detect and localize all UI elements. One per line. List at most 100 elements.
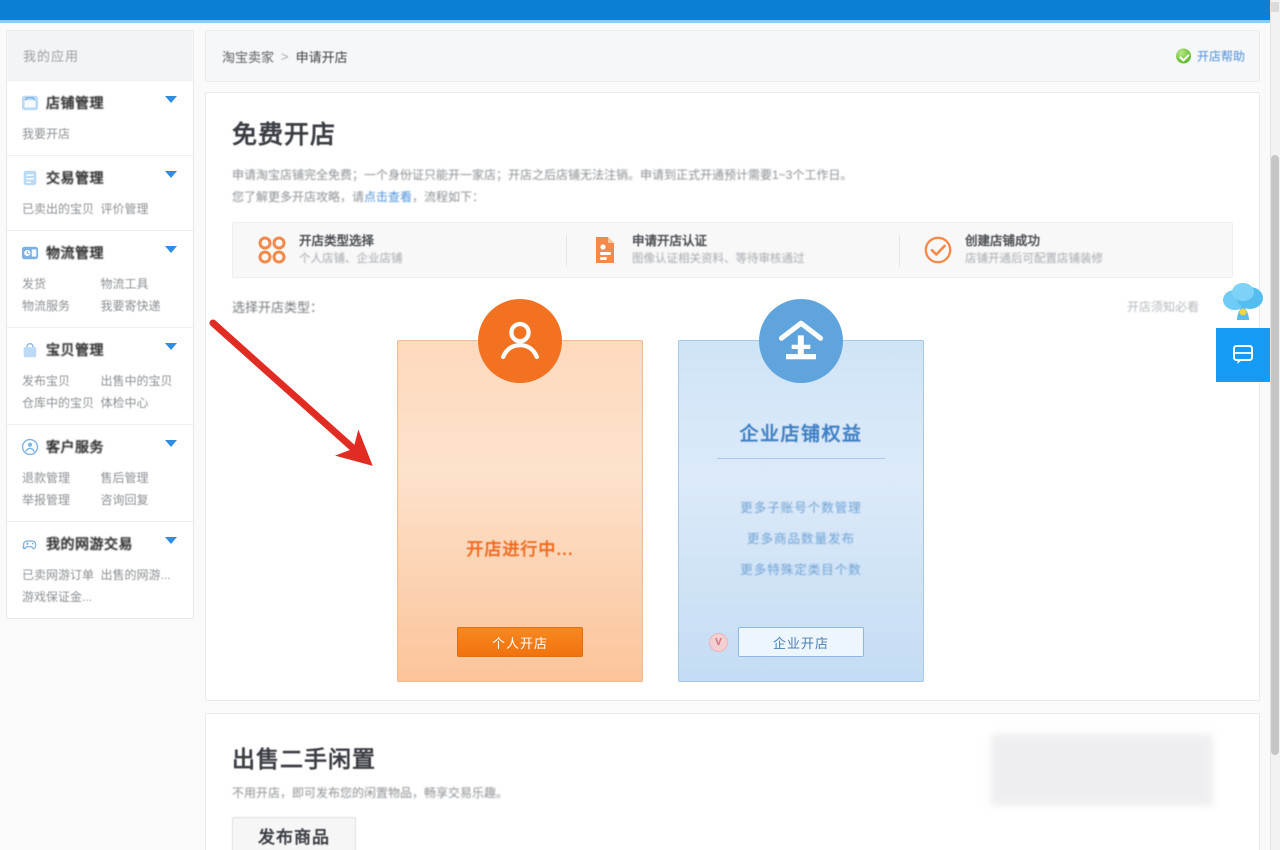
- sidebar-link[interactable]: 物流服务: [22, 295, 101, 317]
- guide-link[interactable]: 点击查看: [364, 190, 412, 204]
- benefit-item: 更多子账号个数管理: [740, 501, 862, 515]
- sidebar-link[interactable]: 体检中心: [101, 392, 180, 414]
- sidebar-link[interactable]: 我要开店: [22, 123, 179, 145]
- vertical-scrollbar[interactable]: [1270, 0, 1280, 850]
- choose-type-label: 选择开店类型：: [232, 300, 324, 315]
- person-glyph: [501, 321, 539, 360]
- sidebar-group-header[interactable]: 交易管理: [21, 168, 179, 188]
- step-title: 创建店铺成功: [965, 233, 1041, 248]
- sidebar-link[interactable]: 退款管理: [22, 467, 101, 489]
- floating-service-widget[interactable]: [1216, 278, 1270, 388]
- enterprise-icon: [759, 299, 843, 383]
- sidebar-group-header[interactable]: 客户服务: [21, 437, 179, 457]
- personal-open-shop-button[interactable]: 个人开店: [457, 627, 583, 657]
- intro-line-2-prefix: 您了解更多开店攻略，请: [232, 190, 365, 204]
- check-circle-icon: [924, 236, 952, 264]
- cloud-tree-icon: [1223, 283, 1263, 320]
- chevron-down-icon[interactable]: [165, 246, 177, 253]
- sidebar-group-treasure: 宝贝管理 发布宝贝 出售中的宝贝 仓库中的宝贝 体检中心: [7, 328, 193, 425]
- sidebar-link[interactable]: 出售中的宝贝: [101, 370, 180, 392]
- sidebar-link[interactable]: 举报管理: [22, 489, 101, 511]
- sidebar-group-logistics: 物流管理 发货 物流工具 物流服务 我要寄快递: [7, 231, 193, 328]
- personal-shop-status: 开店进行中...: [466, 540, 574, 559]
- sidebar-link[interactable]: 发布宝贝: [22, 370, 101, 392]
- personal-shop-card[interactable]: 开店进行中... 个人开店: [397, 299, 643, 682]
- breadcrumb-root[interactable]: 淘宝卖家: [222, 47, 274, 66]
- sidebar-group-title: 我的网游交易: [46, 536, 133, 552]
- sidebar-link[interactable]: 游戏保证金...: [22, 586, 179, 608]
- step-1: 开店类型选择 个人店铺、企业店铺: [233, 223, 566, 277]
- sidebar-group-links: 已卖网游订单 出售的网游... 游戏保证金...: [22, 564, 179, 608]
- sidebar-group-header[interactable]: 宝贝管理: [21, 340, 179, 360]
- enterprise-open-shop-button[interactable]: 企业开店: [738, 627, 864, 657]
- logistics-icon: [21, 246, 39, 260]
- top-blue-bar: [0, 0, 1270, 20]
- breadcrumb: 淘宝卖家 > 申请开店 开店帮助: [205, 30, 1260, 82]
- service-icon: [21, 438, 39, 456]
- scrollbar-thumb[interactable]: [1271, 155, 1279, 755]
- sidebar-group-title: 物流管理: [46, 245, 104, 261]
- step-3: 创建店铺成功 店铺开通后可配置店铺装修: [899, 223, 1232, 277]
- open-shop-notice-label: 开店须知必看: [1126, 300, 1199, 314]
- sidebar-group-links: 退款管理 售后管理 举报管理 咨询回复: [22, 467, 179, 511]
- breadcrumb-current: 申请开店: [295, 49, 348, 65]
- sidebar-link[interactable]: 发货: [22, 273, 101, 295]
- benefit-item: 更多商品数量发布: [746, 532, 855, 546]
- enterprise-card-title: 企业店铺权益: [739, 424, 863, 445]
- sidebar-link[interactable]: 售后管理: [101, 467, 180, 489]
- divider: [717, 458, 885, 459]
- enterprise-shop-card[interactable]: 企业店铺权益 更多子账号个数管理 更多商品数量发布 更多特殊定类目个数 V 企业…: [678, 299, 924, 682]
- sidebar-header: 我的应用: [7, 31, 193, 81]
- sidebar-link[interactable]: 评价管理: [101, 198, 180, 220]
- chat-bubble-button[interactable]: [1216, 328, 1270, 382]
- sidebar-group-trade: 交易管理 已卖出的宝贝 评价管理: [7, 156, 193, 231]
- sidebar-group-title: 交易管理: [46, 170, 104, 186]
- intro-text: 申请淘宝店铺完全免费；一个身份证只能开一家店；开店之后店铺无法注销。申请到正式开…: [232, 164, 1235, 208]
- sidebar-link[interactable]: 咨询回复: [101, 489, 180, 511]
- sidebar-group-header[interactable]: 我的网游交易: [21, 534, 179, 554]
- chevron-down-icon[interactable]: [165, 96, 177, 103]
- chat-bubble-icon: [1233, 345, 1253, 364]
- sidebar-link[interactable]: 已卖出的宝贝: [22, 198, 101, 220]
- enterprise-glyph: [778, 320, 824, 360]
- open-shop-help-link[interactable]: 开店帮助: [1175, 48, 1245, 65]
- person-icon: [478, 299, 562, 383]
- intro-line-1: 申请淘宝店铺完全免费；一个身份证只能开一家店；开店之后店铺无法注销。申请到正式开…: [232, 168, 853, 182]
- grid-icon: [258, 236, 286, 264]
- sidebar-group-title: 宝贝管理: [46, 342, 104, 358]
- sidebar-group-links: 发货 物流工具 物流服务 我要寄快递: [22, 273, 179, 317]
- sidebar-group-links: 发布宝贝 出售中的宝贝 仓库中的宝贝 体检中心: [22, 370, 179, 414]
- intro-line-2: 您了解更多开店攻略，请点击查看，流程如下：: [232, 186, 1235, 208]
- enterprise-benefits: 更多子账号个数管理 更多商品数量发布 更多特殊定类目个数: [679, 493, 923, 586]
- sidebar-group-links: 我要开店: [22, 123, 179, 145]
- step-subtitle: 个人店铺、企业店铺: [299, 252, 403, 265]
- page-root: 我的应用 店铺管理 我要开店 交易管理 已卖出的宝贝 评价管理 物流管理 发货 …: [0, 0, 1280, 850]
- sidebar-link[interactable]: 已卖网游订单: [22, 564, 101, 586]
- sidebar-link[interactable]: 我要寄快递: [101, 295, 180, 317]
- chevron-down-icon[interactable]: [165, 343, 177, 350]
- process-steps: 开店类型选择 个人店铺、企业店铺 申请开店认证 图像认证相关资料、等待审核通过 …: [232, 222, 1233, 278]
- document-icon: [596, 237, 614, 263]
- sidebar-link[interactable]: 物流工具: [101, 273, 180, 295]
- sidebar-link[interactable]: 仓库中的宝贝: [22, 392, 101, 414]
- redacted-region: [991, 734, 1213, 806]
- chevron-down-icon[interactable]: [165, 171, 177, 178]
- main-column: 淘宝卖家 > 申请开店 开店帮助 免费开店 申请淘宝店铺完全免费；一个身份证只能…: [205, 30, 1260, 850]
- chevron-down-icon[interactable]: [165, 537, 177, 544]
- sidebar-link[interactable]: 出售的网游...: [101, 564, 180, 586]
- sidebar-group-links: 已卖出的宝贝 评价管理: [22, 198, 179, 220]
- green-check-icon: [1175, 48, 1191, 64]
- chevron-down-icon[interactable]: [165, 440, 177, 447]
- step-title: 申请开店认证: [632, 233, 708, 248]
- sidebar-group-header[interactable]: 店铺管理: [21, 93, 179, 113]
- sidebar-group-service: 客户服务 退款管理 售后管理 举报管理 咨询回复: [7, 425, 193, 522]
- page-title: 免费开店: [232, 121, 337, 149]
- sidebar-group-header[interactable]: 物流管理: [21, 243, 179, 263]
- choose-type-row: 选择开店类型： 开店须知必看: [232, 297, 1233, 316]
- step-2: 申请开店认证 图像认证相关资料、等待审核通过: [566, 223, 899, 277]
- step-subtitle: 图像认证相关资料、等待审核通过: [632, 252, 805, 265]
- publish-item-button[interactable]: 发布商品: [232, 817, 356, 850]
- scrollbar-arrow-up[interactable]: [1271, 2, 1279, 12]
- step-title: 开店类型选择: [299, 233, 375, 248]
- free-shop-panel: 免费开店 申请淘宝店铺完全免费；一个身份证只能开一家店；开店之后店铺无法注销。申…: [205, 92, 1260, 701]
